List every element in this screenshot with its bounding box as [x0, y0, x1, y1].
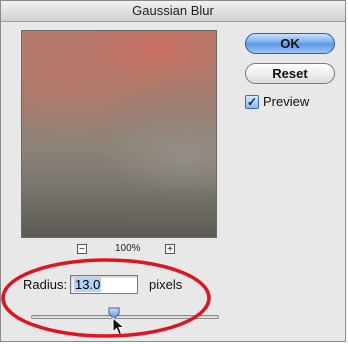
gaussian-blur-dialog: Gaussian Blur − 100% + OK Reset ✓ Previe…	[0, 0, 346, 342]
preview-image	[22, 31, 216, 237]
arrow-pointer-icon	[112, 317, 126, 336]
preview-checkbox-label: Preview	[263, 94, 310, 109]
preview-checkbox[interactable]: ✓	[245, 95, 259, 109]
unit-label: pixels	[149, 277, 183, 292]
radius-label: Radius:	[23, 277, 68, 292]
radius-input[interactable]: 13.0	[70, 275, 138, 294]
ok-button[interactable]: OK	[245, 33, 335, 54]
dialog-title: Gaussian Blur	[1, 1, 345, 22]
reset-button[interactable]: Reset	[245, 63, 335, 84]
zoom-controls: − 100% +	[77, 243, 177, 257]
radius-value: 13.0	[74, 277, 102, 292]
zoom-out-button[interactable]: −	[77, 244, 87, 255]
checkmark-icon: ✓	[246, 95, 258, 109]
preview-window[interactable]	[21, 30, 217, 238]
zoom-level: 100%	[115, 243, 141, 254]
zoom-in-button[interactable]: +	[165, 244, 175, 255]
